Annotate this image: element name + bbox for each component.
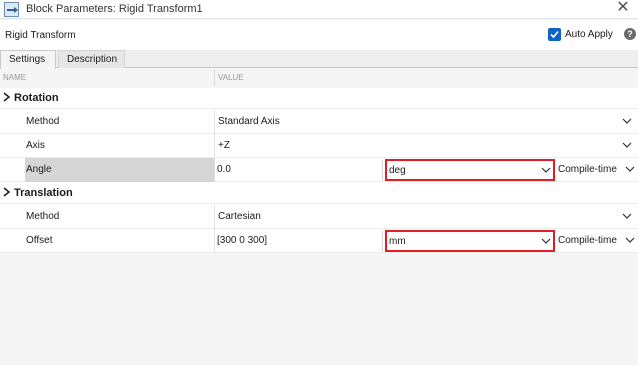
unit-value: mm [389,236,406,247]
group-label-translation: Translation [14,187,73,199]
chevron-down-icon[interactable] [541,165,551,175]
offset-value-field[interactable]: [300 0 300] [215,231,383,251]
angle-config-dropdown[interactable]: Compile-time [555,159,638,181]
param-row-rotation-axis: Axis +Z [0,134,638,158]
angle-value-field[interactable]: 0.0 [215,160,383,180]
field-value: 0.0 [217,164,231,175]
param-row-rotation-method: Method Standard Axis [0,110,638,134]
chevron-down-icon[interactable] [622,116,632,126]
chevron-down-icon[interactable] [625,235,635,245]
config-value: Compile-time [558,235,617,246]
unit-value: deg [389,165,406,176]
param-row-translation-method: Method Cartesian [0,205,638,229]
dropdown-value: Standard Axis [218,116,280,127]
config-value: Compile-time [558,164,617,175]
chevron-down-icon[interactable] [541,236,551,246]
chevron-down-icon[interactable] [625,164,635,174]
rotation-axis-dropdown[interactable]: +Z [215,135,638,157]
offset-config-dropdown[interactable]: Compile-time [555,230,638,252]
checkmark-icon [550,30,559,39]
auto-apply-checkbox[interactable] [548,28,561,41]
param-name-offset: Offset [25,229,215,253]
window-title: Block Parameters: Rigid Transform1 [26,3,203,15]
tab-settings[interactable]: Settings [0,50,56,69]
rotation-method-dropdown[interactable]: Standard Axis [215,111,638,133]
close-button[interactable]: ✕ [612,0,634,18]
column-header-name: NAME [3,73,27,82]
collapse-chevron-icon[interactable] [3,92,11,105]
block-parameters-icon [4,2,19,17]
help-icon[interactable]: ? [624,28,636,40]
group-translation[interactable]: Translation [0,183,638,204]
param-row-rotation-angle: Angle 0.0 deg Compile-time [0,158,638,182]
field-value: [300 0 300] [217,235,268,246]
block-header: Rigid Transform Auto Apply ? [0,20,638,50]
param-name-axis: Axis [25,134,215,158]
param-name-method: Method [25,205,215,229]
column-header-value: VALUE [218,73,244,82]
collapse-chevron-icon[interactable] [3,187,11,200]
chevron-down-icon[interactable] [622,140,632,150]
auto-apply-label[interactable]: Auto Apply [565,29,613,40]
group-rotation[interactable]: Rotation [0,88,638,109]
parameter-grid: Rotation Method Standard Axis Axis +Z An… [0,88,638,253]
param-name-method: Method [25,110,215,134]
offset-unit-dropdown[interactable]: mm [385,230,555,252]
group-label-rotation: Rotation [14,92,59,104]
tab-description[interactable]: Description [58,50,125,68]
dropdown-value: Cartesian [218,211,261,222]
tab-bar: Settings Description [0,50,638,69]
block-name: Rigid Transform [5,30,76,41]
angle-unit-dropdown[interactable]: deg [385,159,555,181]
chevron-down-icon[interactable] [622,211,632,221]
translation-method-dropdown[interactable]: Cartesian [215,206,638,228]
column-divider[interactable] [214,69,215,87]
title-bar: Block Parameters: Rigid Transform1 ✕ [0,0,638,19]
param-row-translation-offset: Offset [300 0 300] mm Compile-time [0,229,638,253]
param-name-angle: Angle [25,158,215,182]
dropdown-value: +Z [218,140,230,151]
